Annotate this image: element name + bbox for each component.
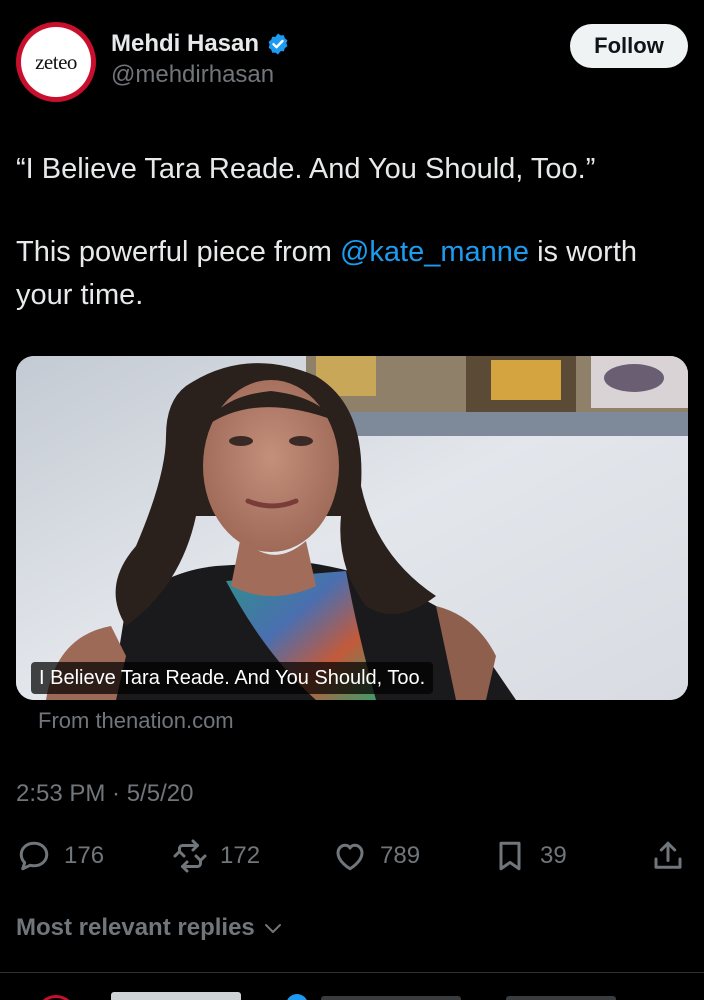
- reply-author-handle-cropped: [321, 996, 461, 1000]
- avatar[interactable]: zeteo: [16, 22, 96, 102]
- bookmark-count: 39: [540, 842, 567, 869]
- author-handle[interactable]: @mehdirhasan: [111, 61, 290, 89]
- tweet-text-prefix: This powerful piece from: [16, 236, 340, 268]
- like-count: 789: [380, 842, 421, 869]
- tweet-header: zeteo Mehdi Hasan @mehdirhasan Follow: [16, 22, 688, 104]
- replies-sort-dropdown[interactable]: Most relevant replies: [16, 914, 285, 942]
- tweet-body: “I Believe Tara Reade. And You Should, T…: [16, 148, 688, 357]
- verified-badge-icon: [268, 33, 288, 55]
- like-button[interactable]: 789: [332, 836, 420, 876]
- next-reply-preview[interactable]: [16, 990, 688, 1000]
- article-photo: [16, 356, 688, 700]
- author-info: Mehdi Hasan @mehdirhasan: [111, 30, 290, 89]
- tweet-comment-line: This powerful piece from @kate_manne is …: [16, 231, 688, 317]
- follow-button[interactable]: Follow: [570, 24, 688, 68]
- avatar-logo-text: zeteo: [35, 49, 77, 74]
- author-display-name[interactable]: Mehdi Hasan: [111, 30, 259, 58]
- link-source[interactable]: From thenation.com: [38, 708, 234, 734]
- media-caption: I Believe Tara Reade. And You Should, To…: [31, 662, 434, 694]
- repost-icon: [173, 839, 207, 873]
- reply-avatar: [36, 995, 76, 1000]
- chevron-down-icon: [264, 924, 281, 933]
- reply-count: 176: [64, 842, 105, 869]
- share-icon: [654, 841, 682, 869]
- tweet-timestamp[interactable]: 2:53 PM · 5/5/20: [16, 780, 193, 808]
- reply-date-cropped: [506, 996, 616, 1000]
- reply-verified-badge-icon: [286, 994, 308, 1000]
- replies-sort-label: Most relevant replies: [16, 914, 255, 941]
- reply-button[interactable]: 176: [16, 836, 104, 876]
- share-button[interactable]: [650, 836, 686, 876]
- mention-link[interactable]: @kate_manne: [340, 236, 529, 268]
- tweet-quote-line: “I Believe Tara Reade. And You Should, T…: [16, 153, 596, 185]
- link-card-image[interactable]: I Believe Tara Reade. And You Should, To…: [16, 356, 688, 700]
- reply-icon: [19, 841, 49, 871]
- bookmark-button[interactable]: 39: [492, 836, 567, 876]
- avatar-logo: zeteo: [21, 27, 91, 97]
- reply-author-name-cropped: [111, 992, 241, 1000]
- like-icon: [336, 843, 364, 871]
- divider: [0, 972, 704, 973]
- repost-button[interactable]: 172: [172, 836, 260, 876]
- repost-count: 172: [220, 842, 261, 869]
- action-bar: 176 172 789 39: [16, 836, 688, 876]
- bookmark-icon: [499, 841, 521, 871]
